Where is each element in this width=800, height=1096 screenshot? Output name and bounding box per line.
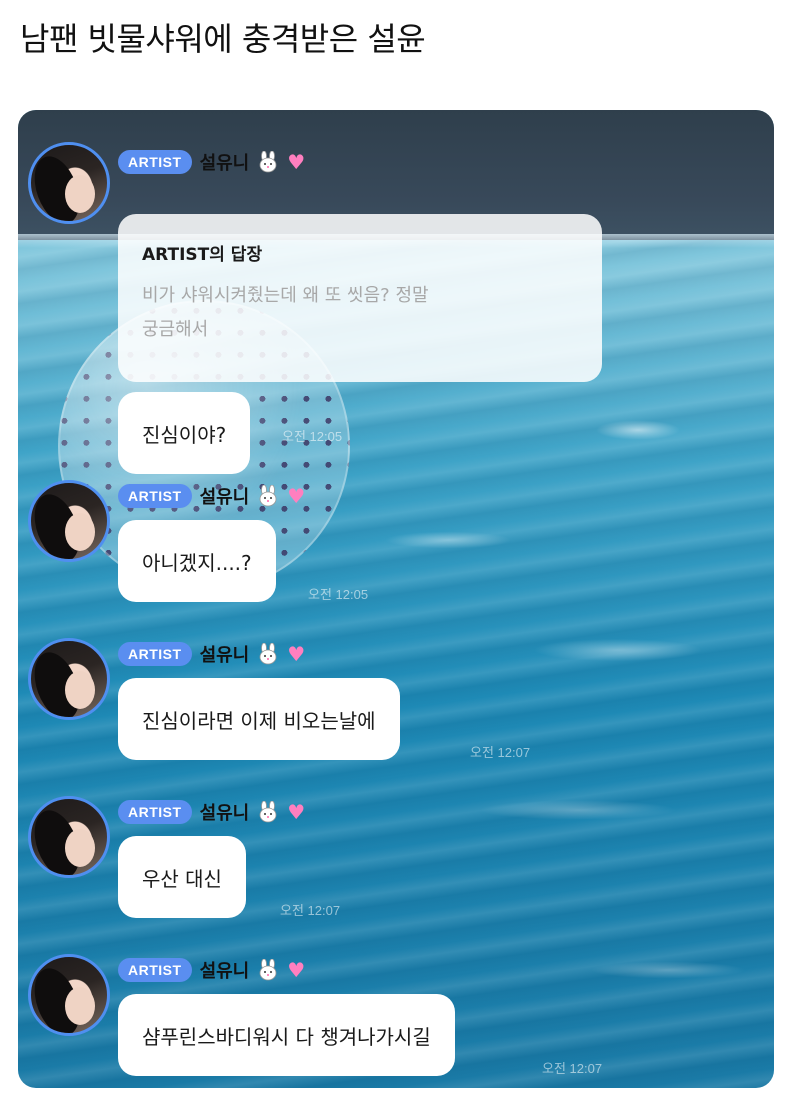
sender-name[interactable]: 설유니 xyxy=(200,149,250,175)
pink-heart-icon: ♥ xyxy=(287,484,306,508)
sender-row: ARTIST 설유니 ♥ xyxy=(118,148,305,176)
avatar[interactable] xyxy=(28,480,110,562)
post-title: 남팬 빗물샤워에 충격받은 설윤 xyxy=(20,20,426,58)
rabbit-face-icon xyxy=(257,150,279,173)
chat-screenshot: ARTIST 설유니 ♥ ARTIST의 답장 비가 샤워시켜줬는데 왜 또 씻… xyxy=(18,110,774,1088)
sender-row: ARTIST 설유니 ♥ xyxy=(118,482,305,510)
artist-badge: ARTIST xyxy=(118,642,192,666)
reply-text-line: 비가 샤워시켜줬는데 왜 또 씻음? 정말 xyxy=(142,285,429,306)
sender-name[interactable]: 설유니 xyxy=(200,483,250,509)
sender-name[interactable]: 설유니 xyxy=(200,799,250,825)
artist-badge: ARTIST xyxy=(118,800,192,824)
sender-row: ARTIST 설유니 ♥ xyxy=(118,640,305,668)
rabbit-face-icon xyxy=(257,642,279,665)
reply-title: ARTIST의 답장 xyxy=(142,245,263,265)
reply-text-line: 궁금해서 xyxy=(142,319,209,340)
rabbit-face-icon xyxy=(257,484,279,507)
message-timestamp: 오전 12:07 xyxy=(542,1061,603,1076)
artist-badge: ARTIST xyxy=(118,958,192,982)
message-text: 진심이라면 이제 비오는날에 xyxy=(142,708,376,733)
message-timestamp: 오전 12:07 xyxy=(280,903,341,918)
message-bubble[interactable]: 우산 대신 xyxy=(118,836,246,918)
pink-heart-icon: ♥ xyxy=(287,800,306,824)
rabbit-face-icon xyxy=(257,800,279,823)
message-bubble[interactable]: 샴푸린스바디워시 다 챙겨나가시길 xyxy=(118,994,455,1076)
message-bubble[interactable]: 진심이라면 이제 비오는날에 xyxy=(118,678,400,760)
message-timestamp: 오전 12:07 xyxy=(470,745,531,760)
pink-heart-icon: ♥ xyxy=(287,150,306,174)
message-text: 아니겠지....? xyxy=(142,550,252,575)
avatar[interactable] xyxy=(28,954,110,1036)
pink-heart-icon: ♥ xyxy=(287,642,306,666)
sender-name[interactable]: 설유니 xyxy=(200,641,250,667)
avatar[interactable] xyxy=(28,638,110,720)
pink-heart-icon: ♥ xyxy=(287,958,306,982)
sender-row: ARTIST 설유니 ♥ xyxy=(118,956,305,984)
artist-badge: ARTIST xyxy=(118,484,192,508)
artist-badge: ARTIST xyxy=(118,150,192,174)
avatar[interactable] xyxy=(28,142,110,224)
message-bubble[interactable]: 진심이야? xyxy=(118,392,251,474)
message-timestamp: 오전 12:05 xyxy=(282,429,343,444)
sender-row: ARTIST 설유니 ♥ xyxy=(118,798,305,826)
rabbit-face-icon xyxy=(257,958,279,981)
avatar[interactable] xyxy=(28,796,110,878)
message-bubble[interactable]: 아니겠지....? xyxy=(118,520,276,602)
reply-quote-bubble[interactable]: ARTIST의 답장 비가 샤워시켜줬는데 왜 또 씻음? 정말 궁금해서 xyxy=(118,214,602,382)
message-text: 진심이야? xyxy=(142,422,227,447)
message-text: 우산 대신 xyxy=(142,866,222,891)
sender-name[interactable]: 설유니 xyxy=(200,957,250,983)
message-timestamp: 오전 12:05 xyxy=(308,587,369,602)
message-text: 샴푸린스바디워시 다 챙겨나가시길 xyxy=(142,1024,431,1049)
